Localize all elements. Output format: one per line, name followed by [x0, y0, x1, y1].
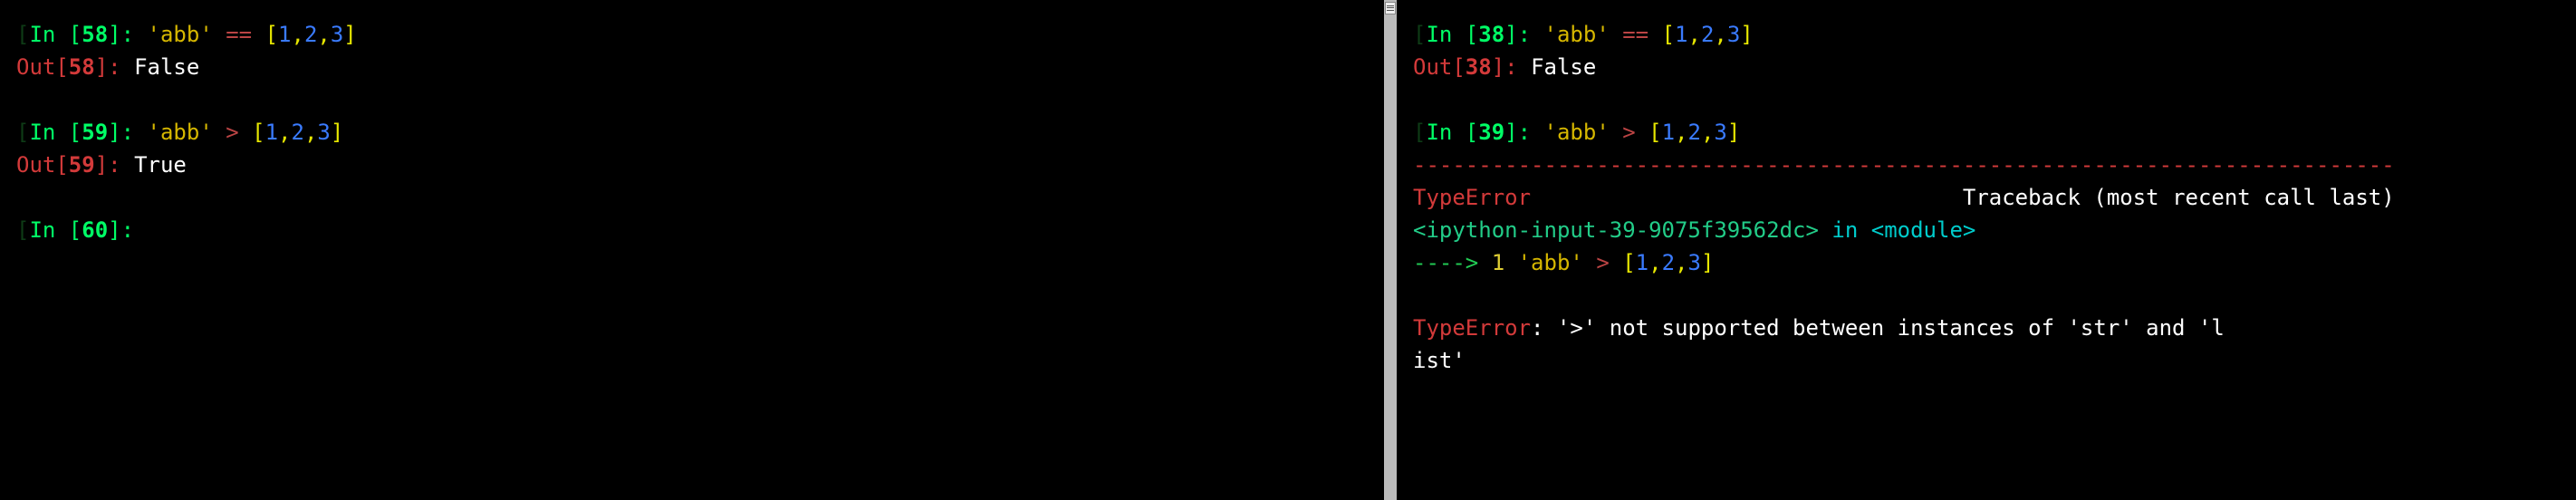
- ipython-input-line: [In [38]: 'abb' == [1,2,3]: [1413, 18, 2560, 51]
- terminal-pane-right[interactable]: [In [38]: 'abb' == [1,2,3]Out[38]: False…: [1397, 0, 2576, 500]
- ipython-input-line: [In [60]:: [16, 214, 1368, 246]
- traceback-header: TypeError Traceback (most recent call la…: [1413, 181, 2560, 214]
- pane-divider[interactable]: [1384, 0, 1397, 500]
- traceback-location: <ipython-input-39-9075f39562dc> in <modu…: [1413, 214, 2560, 246]
- ipython-input-line: [In [59]: 'abb' > [1,2,3]: [16, 116, 1368, 149]
- blank-line: [16, 83, 1368, 116]
- traceback-separator: ----------------------------------------…: [1413, 149, 2560, 181]
- terminal-pane-left[interactable]: [In [58]: 'abb' == [1,2,3]Out[58]: False…: [0, 0, 1384, 500]
- divider-handle-icon: [1385, 2, 1396, 14]
- blank-line: [16, 181, 1368, 214]
- blank-line: [1413, 83, 2560, 116]
- ipython-output-line: Out[58]: False: [16, 51, 1368, 83]
- blank-line: [1413, 279, 2560, 312]
- traceback-error-message: TypeError: '>' not supported between ins…: [1413, 312, 2560, 377]
- ipython-output-line: Out[59]: True: [16, 149, 1368, 181]
- ipython-input-line: [In [58]: 'abb' == [1,2,3]: [16, 18, 1368, 51]
- traceback-code-line: ----> 1 'abb' > [1,2,3]: [1413, 246, 2560, 279]
- ipython-output-line: Out[38]: False: [1413, 51, 2560, 83]
- ipython-input-line: [In [39]: 'abb' > [1,2,3]: [1413, 116, 2560, 149]
